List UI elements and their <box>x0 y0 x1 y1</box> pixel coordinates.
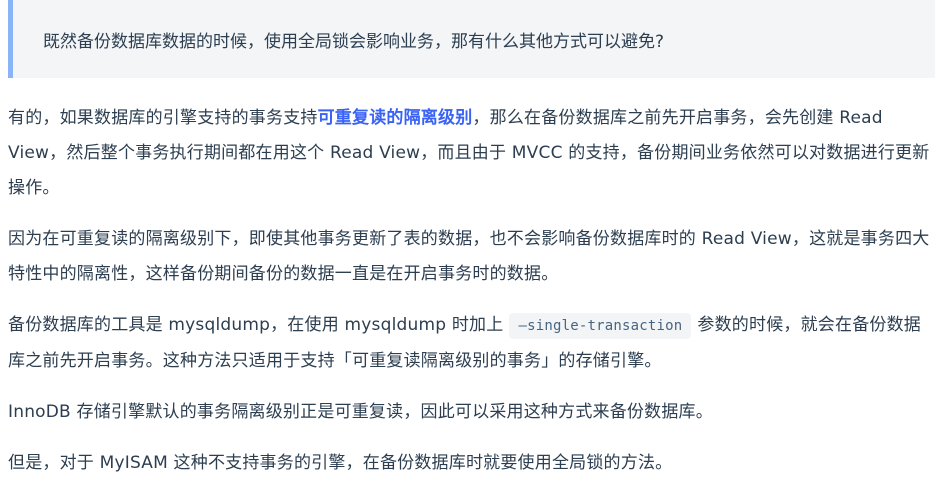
repeatable-read-link[interactable]: 可重复读的隔离级别 <box>318 108 473 128</box>
paragraph-isolation: 因为在可重复读的隔离级别下，即使其他事务更新了表的数据，也不会影响备份数据库时的… <box>8 222 937 292</box>
paragraph-text: 备份数据库的工具是 mysqldump，在使用 mysqldump 时加上 <box>8 315 504 335</box>
paragraph-innodb: InnoDB 存储引擎默认的事务隔离级别正是可重复读，因此可以采用这种方式来备份… <box>8 395 937 430</box>
paragraph-consistent-read: 有的，如果数据库的引擎支持的事务支持可重复读的隔离级别，那么在备份数据库之前先开… <box>8 101 937 206</box>
article-page: 既然备份数据库数据的时候，使用全局锁会影响业务，那有什么其他方式可以避免? 有的… <box>0 0 949 500</box>
single-transaction-code: –single-transaction <box>509 313 692 339</box>
paragraph-text: 有的，如果数据库的引擎支持的事务支持 <box>8 108 318 128</box>
paragraph-mysqldump: 备份数据库的工具是 mysqldump，在使用 mysqldump 时加上 –si… <box>8 308 937 379</box>
question-text: 既然备份数据库数据的时候，使用全局锁会影响业务，那有什么其他方式可以避免? <box>43 31 665 52</box>
question-blockquote: 既然备份数据库数据的时候，使用全局锁会影响业务，那有什么其他方式可以避免? <box>8 0 935 78</box>
paragraph-text: 因为在可重复读的隔离级别下，即使其他事务更新了表的数据，也不会影响备份数据库时的… <box>8 229 930 284</box>
paragraph-myisam: 但是，对于 MyISAM 这种不支持事务的引擎，在备份数据库时就要使用全局锁的方… <box>8 446 937 481</box>
paragraph-text: 但是，对于 MyISAM 这种不支持事务的引擎，在备份数据库时就要使用全局锁的方… <box>8 453 673 473</box>
paragraph-text: InnoDB 存储引擎默认的事务隔离级别正是可重复读，因此可以采用这种方式来备份… <box>8 402 713 422</box>
